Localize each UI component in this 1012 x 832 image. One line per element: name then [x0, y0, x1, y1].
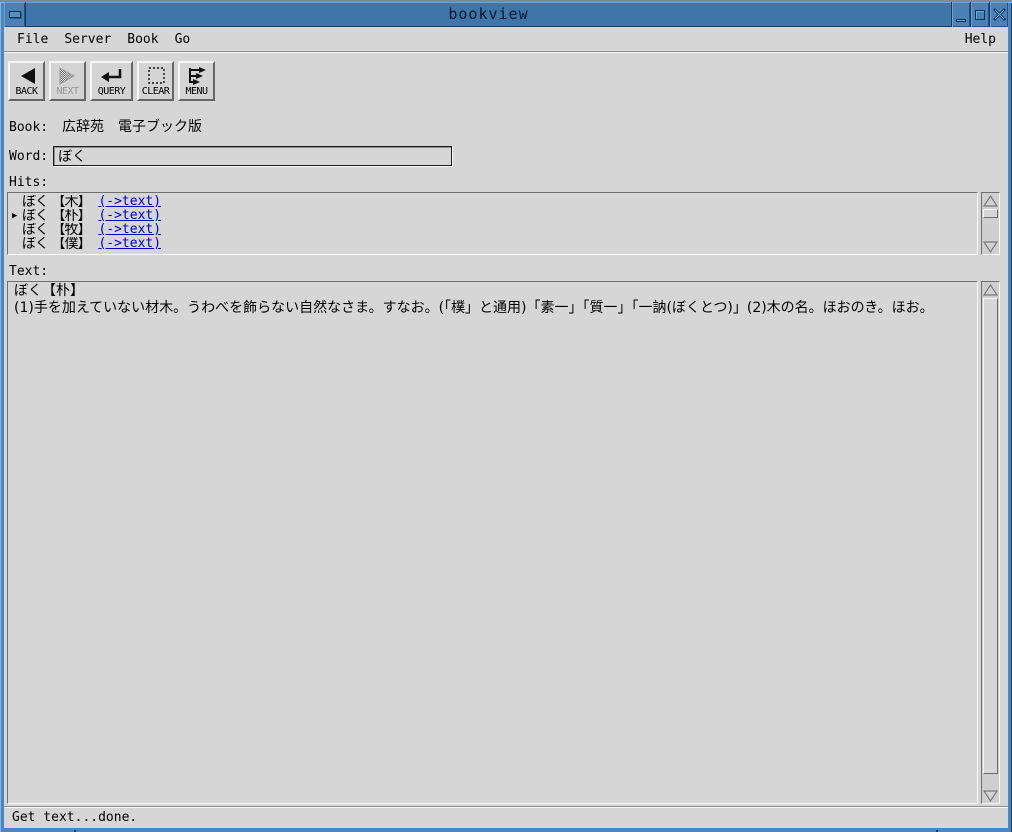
book-line: Book: 広辞苑 電子ブック版: [9, 116, 1008, 136]
menu-label: MENU: [185, 87, 207, 97]
hits-label: Hits:: [9, 175, 1008, 190]
word-label: Word:: [9, 149, 48, 164]
hits-scrollbar[interactable]: [981, 192, 1000, 255]
text-panel: ぼく【朴】 (1)手を加えていない材木。うわべを飾らない自然なさま。すなお。(「…: [7, 281, 1008, 804]
window-title: bookview: [26, 2, 951, 27]
return-arrow-icon: [100, 66, 124, 86]
menu-button[interactable]: MENU: [178, 61, 215, 101]
text-scroll-down-button[interactable]: [982, 788, 999, 803]
next-button[interactable]: NEXT: [49, 61, 86, 101]
text-scroll-up-button[interactable]: [982, 282, 999, 297]
book-value: 広辞苑 電子ブック版: [62, 119, 202, 135]
hit-text-link[interactable]: (->text): [98, 223, 161, 237]
next-label: NEXT: [56, 87, 78, 97]
text-line-body: (1)手を加えていない材木。うわべを飾らない自然なさま。すなお。(「樸」と通用)…: [14, 300, 971, 317]
menu-item-book[interactable]: Book: [127, 32, 158, 47]
text-scroll-trough[interactable]: [982, 775, 999, 788]
hits-scroll-thumb[interactable]: [983, 209, 998, 218]
clear-button[interactable]: CLEAR: [137, 61, 174, 101]
hits-list: ぼく 【木】 (->text) ▶ ぼく 【朴】 (->text) ぼく 【牧】…: [7, 192, 978, 255]
maximize-icon: [975, 10, 985, 20]
hit-text-link[interactable]: (->text): [98, 195, 161, 209]
window-menu-icon: [9, 11, 21, 18]
hit-row[interactable]: ▶ ぼく 【朴】 (->text): [12, 209, 977, 223]
text-label: Text:: [9, 264, 1008, 279]
next-arrow-icon: [57, 66, 79, 86]
book-label: Book:: [9, 120, 48, 135]
close-button[interactable]: [989, 2, 1008, 27]
hit-term[interactable]: ぼく 【木】: [22, 195, 90, 209]
scroll-up-icon: [983, 284, 998, 296]
content-area: File Server Book Go Help BACK: [4, 27, 1008, 828]
scroll-up-icon: [983, 195, 998, 207]
hit-term[interactable]: ぼく 【朴】: [22, 209, 90, 223]
close-icon: [993, 8, 1006, 21]
back-button[interactable]: BACK: [8, 61, 45, 101]
hit-row[interactable]: ぼく 【僕】 (->text): [12, 237, 977, 251]
toolbar: BACK NEXT: [8, 61, 1008, 101]
scroll-down-icon: [983, 241, 998, 253]
window-menu-button[interactable]: [4, 2, 26, 27]
hit-selection-marker: ▶: [12, 209, 22, 223]
hits-scroll-trough[interactable]: [982, 219, 999, 239]
text-line-heading: ぼく【朴】: [14, 283, 971, 300]
dotted-square-icon: [145, 66, 167, 86]
menu-tree-icon: [186, 66, 208, 86]
back-label: BACK: [15, 87, 37, 97]
maximize-button[interactable]: [970, 2, 989, 27]
text-scroll-thumb[interactable]: [983, 298, 998, 774]
query-button[interactable]: QUERY: [90, 61, 133, 101]
titlebar[interactable]: bookview: [4, 2, 1008, 27]
text-content: ぼく【朴】 (1)手を加えていない材木。うわべを飾らない自然なさま。すなお。(「…: [7, 281, 978, 804]
hits-scroll-up-button[interactable]: [982, 193, 999, 208]
hit-term[interactable]: ぼく 【僕】: [22, 237, 90, 251]
menubar: File Server Book Go Help: [4, 27, 1008, 51]
hits-scroll-down-button[interactable]: [982, 239, 999, 254]
back-arrow-icon: [16, 66, 38, 86]
scroll-down-icon: [983, 790, 998, 802]
hits-panel: ぼく 【木】 (->text) ▶ ぼく 【朴】 (->text) ぼく 【牧】…: [7, 192, 1008, 255]
hit-text-link[interactable]: (->text): [98, 209, 161, 223]
minimize-button[interactable]: [951, 2, 970, 27]
word-line: Word:: [9, 146, 1008, 166]
minimize-icon: [956, 19, 966, 22]
query-label: QUERY: [98, 87, 126, 97]
menu-item-help[interactable]: Help: [965, 32, 996, 47]
status-bar: Get text...done.: [4, 806, 1008, 828]
menu-item-go[interactable]: Go: [175, 32, 191, 47]
hit-row[interactable]: ぼく 【木】 (->text): [12, 195, 977, 209]
menu-item-server[interactable]: Server: [64, 32, 111, 47]
text-scrollbar[interactable]: [981, 281, 1000, 804]
menu-item-file[interactable]: File: [17, 32, 48, 47]
hit-row[interactable]: ぼく 【牧】 (->text): [12, 223, 977, 237]
word-input[interactable]: [53, 146, 452, 166]
hit-text-link[interactable]: (->text): [98, 237, 161, 251]
status-text: Get text...done.: [12, 810, 137, 825]
bookview-window: bookview File Server Book Go Help: [0, 2, 1012, 832]
hit-term[interactable]: ぼく 【牧】: [22, 223, 90, 237]
clear-label: CLEAR: [142, 87, 170, 97]
